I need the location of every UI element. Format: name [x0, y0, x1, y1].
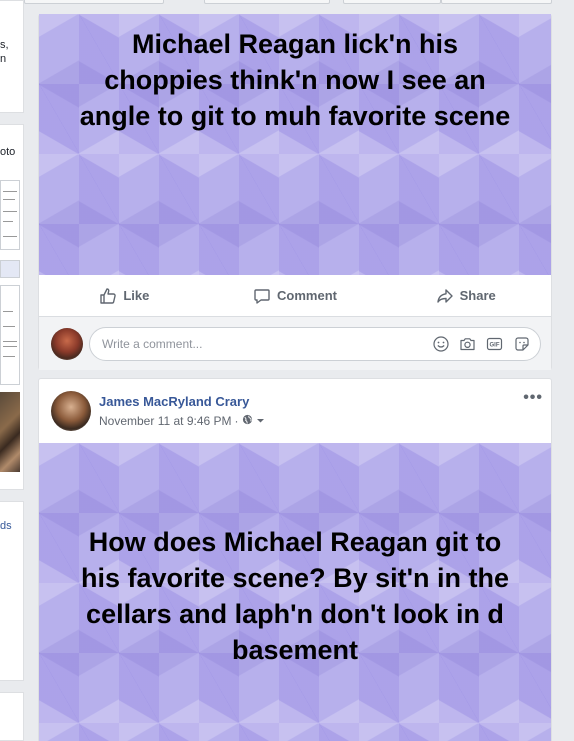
author-name[interactable]: James MacRyland Crary — [99, 394, 249, 409]
comment-icons: GIF — [432, 335, 530, 352]
top-button-4[interactable] — [441, 0, 552, 4]
comment-box[interactable]: GIF — [89, 326, 541, 361]
thumbs-up-icon — [99, 287, 117, 305]
post-meta: November 11 at 9:46 PM · — [99, 414, 265, 428]
post-card-2: James MacRyland Crary November 11 at 9:4… — [38, 378, 552, 741]
top-button-3[interactable] — [343, 0, 441, 4]
sticker-icon[interactable] — [513, 335, 530, 352]
share-label: Share — [459, 288, 496, 303]
more-options-button[interactable]: ••• — [523, 389, 543, 407]
smiley-icon[interactable] — [432, 335, 449, 352]
avatar[interactable] — [51, 391, 91, 431]
like-button[interactable]: Like — [39, 287, 210, 305]
share-button[interactable]: Share — [380, 287, 551, 305]
left-card-4 — [0, 692, 24, 741]
status-text: How does Michael Reagan git to his favor… — [80, 527, 510, 665]
group-photo-thumbnail[interactable] — [0, 392, 20, 472]
left-card-text-2: n — [0, 53, 7, 65]
avatar[interactable] — [51, 327, 83, 360]
like-label: Like — [123, 288, 150, 303]
left-card-label: oto — [0, 146, 16, 158]
caret-down-icon[interactable] — [256, 414, 265, 428]
left-card-3: ds — [0, 501, 24, 681]
post-card-1: Michael Reagan lick'n his choppies think… — [38, 14, 552, 370]
comment-label: Comment — [277, 288, 337, 303]
document-thumbnail[interactable] — [0, 285, 20, 385]
svg-text:GIF: GIF — [490, 342, 500, 348]
status-background: How does Michael Reagan git to his favor… — [39, 443, 551, 741]
status-text: Michael Reagan lick'n his choppies think… — [79, 29, 511, 131]
left-card-link[interactable]: ds — [0, 519, 12, 533]
top-toolbar — [24, 0, 552, 4]
left-card-1: s, n — [0, 0, 24, 113]
meta-separator: · — [234, 414, 239, 428]
right-gutter — [552, 0, 574, 741]
blue-strip-thumbnail[interactable] — [0, 260, 20, 278]
top-button-1[interactable] — [24, 0, 164, 4]
timestamp[interactable]: November 11 at 9:46 PM — [99, 414, 232, 428]
top-button-2[interactable] — [204, 0, 330, 4]
diagram-thumbnail[interactable] — [0, 180, 20, 250]
comment-input[interactable] — [102, 336, 432, 351]
share-arrow-icon — [436, 287, 454, 305]
post-header: James MacRyland Crary November 11 at 9:4… — [39, 379, 551, 443]
globe-icon[interactable] — [242, 414, 253, 428]
speech-bubble-icon — [253, 287, 271, 305]
action-bar: Like Comment Share — [39, 275, 551, 317]
camera-icon[interactable] — [459, 335, 476, 352]
gif-icon[interactable]: GIF — [486, 335, 503, 352]
comment-button[interactable]: Comment — [210, 287, 381, 305]
comment-composer: GIF — [39, 317, 551, 370]
left-column: s, n oto ds — [0, 0, 24, 741]
left-card-text-1: s, — [0, 39, 9, 51]
status-background: Michael Reagan lick'n his choppies think… — [39, 14, 551, 275]
left-card-2: oto — [0, 124, 24, 490]
